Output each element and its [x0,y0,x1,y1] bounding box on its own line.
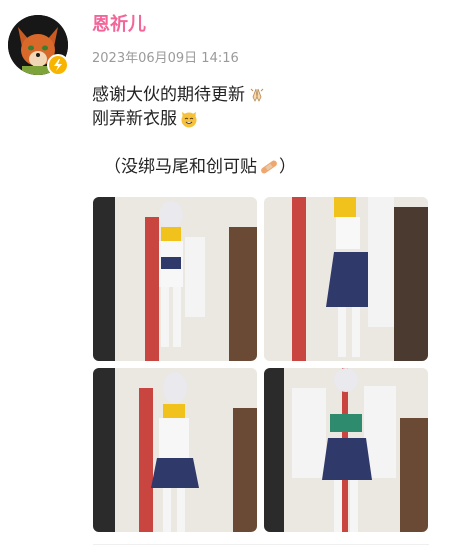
post-line-3-text: （没绑马尾和创可贴 [104,157,257,177]
post-line-2: 刚弄新衣服 [92,107,442,131]
divider [93,544,429,545]
username[interactable]: 恩祈儿 [92,14,146,36]
cosplay-photo-3 [93,368,257,532]
photo-grid [93,197,429,533]
cosplay-photo-2 [264,197,428,361]
post-text: 感谢大伙的期待更新 刚弄新衣服 （没绑马尾和创可贴 ） [92,83,442,179]
post-line-1: 感谢大伙的期待更新 [92,83,442,107]
post-line-2-text: 刚弄新衣服 [92,109,177,129]
photo-3[interactable] [93,368,257,532]
cosplay-photo-4 [264,368,428,532]
post-line-1-text: 感谢大伙的期待更新 [92,85,245,105]
praying-hands-emoji [250,88,264,102]
post-timestamp[interactable]: 2023年06月09日 14:16 [92,51,239,67]
verified-lightning-icon [54,59,62,71]
photo-2[interactable] [264,197,428,361]
photo-1[interactable] [93,197,257,361]
bandage-emoji [261,160,277,174]
post-line-3: （没绑马尾和创可贴 ） [92,155,442,179]
cosplay-photo-1 [93,197,257,361]
post-line-3-close: ） [279,157,296,177]
cat-face-emoji [181,112,197,128]
photo-4[interactable] [264,368,428,532]
verified-badge [47,54,69,76]
